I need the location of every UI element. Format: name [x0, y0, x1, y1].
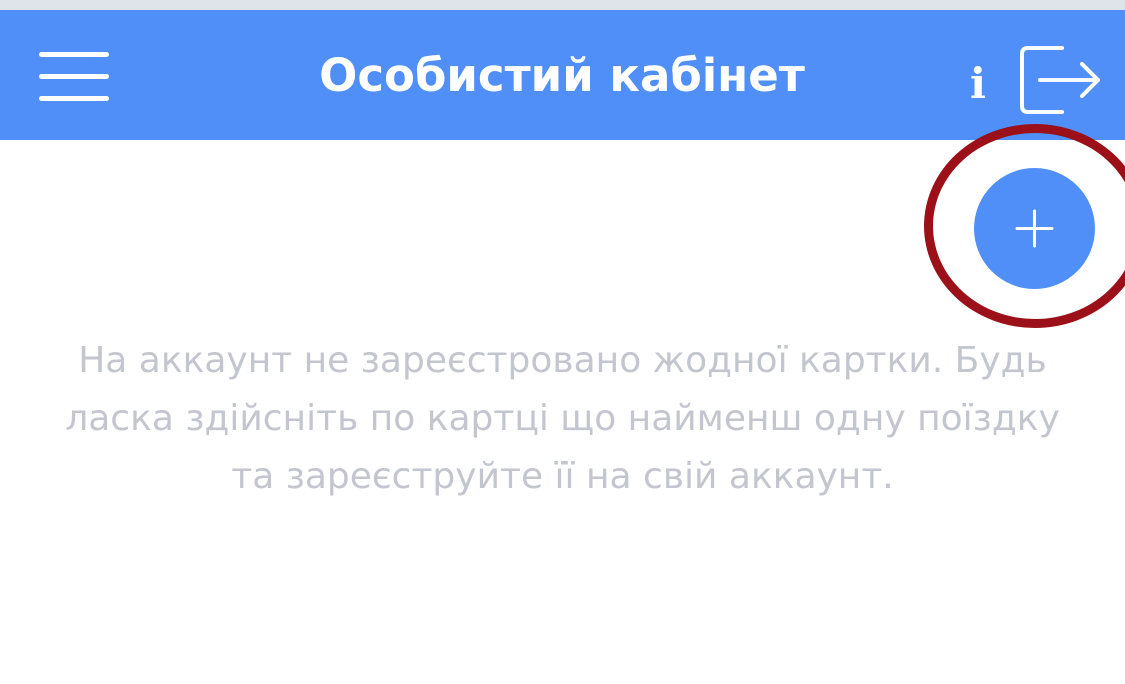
hamburger-menu-button[interactable] [36, 48, 112, 104]
plus-icon [1015, 209, 1054, 248]
page-title: Особистий кабінет [319, 49, 805, 102]
info-button[interactable]: i [956, 54, 1000, 114]
logout-icon [1020, 46, 1100, 114]
hamburger-menu-icon [39, 52, 109, 57]
app-header: Особистий кабінет i [0, 10, 1125, 140]
hamburger-menu-icon-bar [39, 74, 109, 79]
add-card-button[interactable] [974, 168, 1095, 289]
status-strip [0, 0, 1125, 10]
hamburger-menu-icon-bar [39, 96, 109, 101]
logout-button[interactable] [1018, 44, 1104, 116]
empty-state-message: На аккаунт не зареєстровано жодної картк… [65, 340, 1060, 497]
